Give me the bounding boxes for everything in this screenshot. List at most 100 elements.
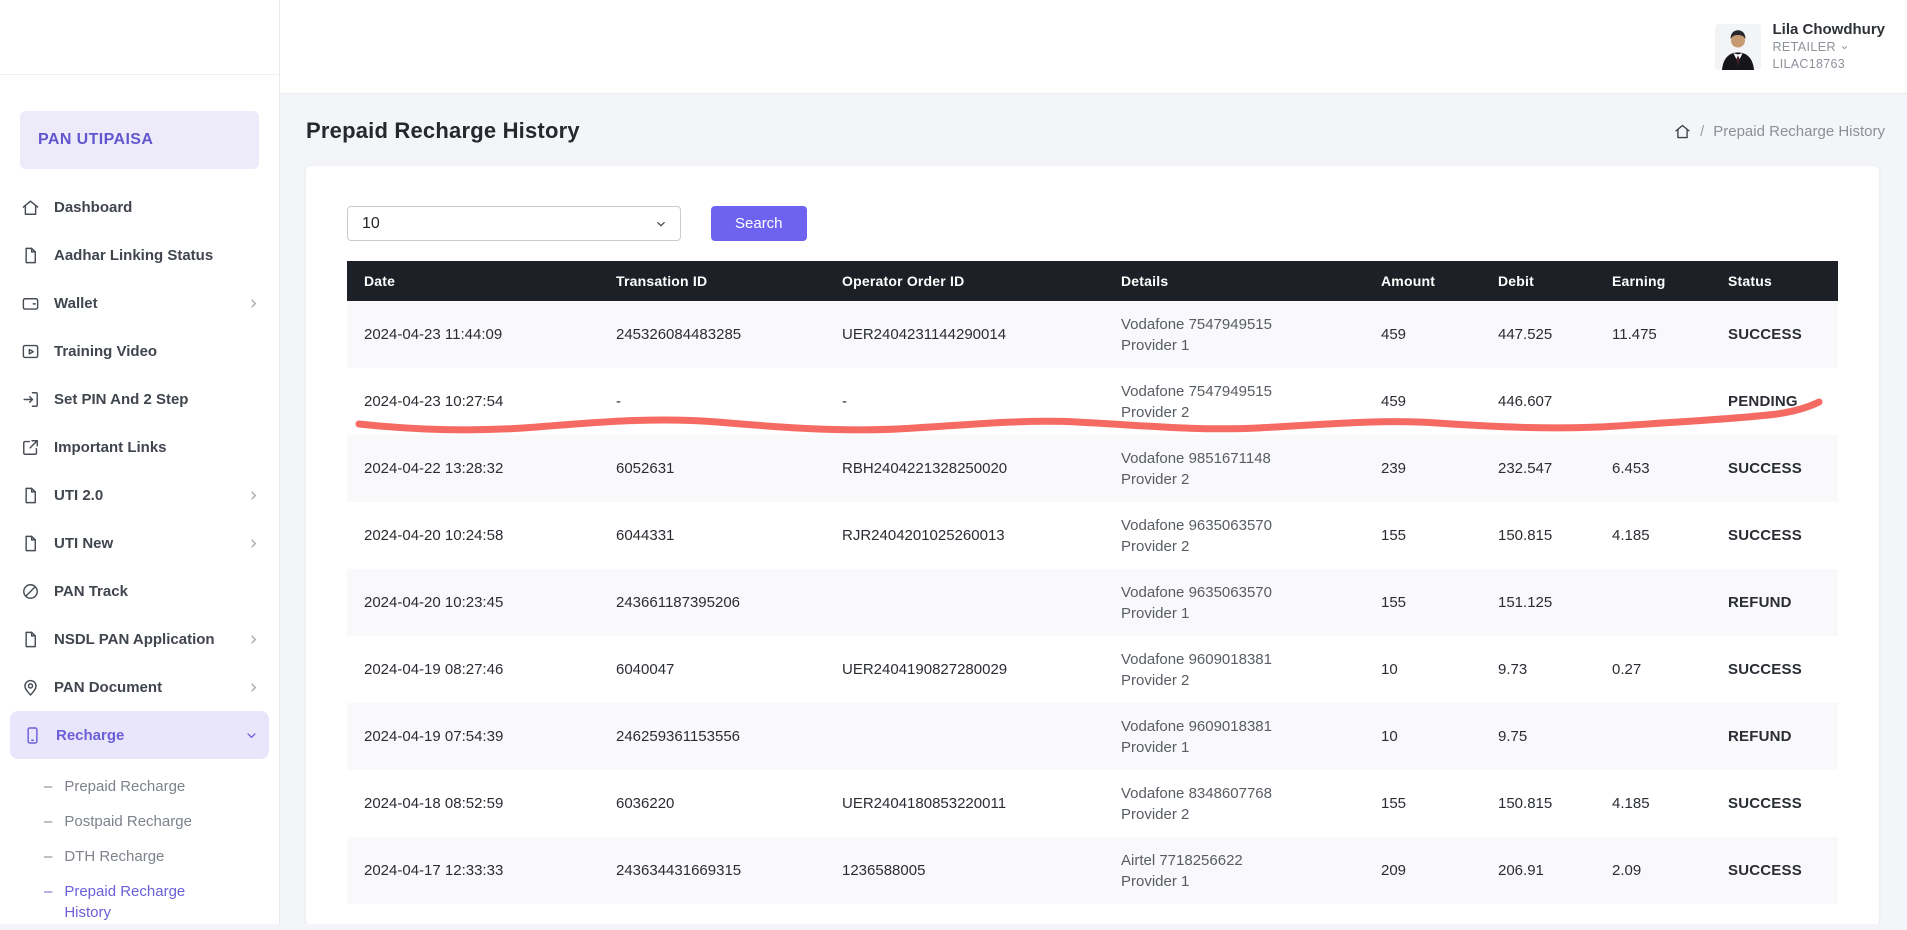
history-card: 10 Search DateTransation IDOperator Orde… (306, 166, 1879, 924)
sidebar-item-recharge[interactable]: Recharge (10, 711, 269, 759)
cell-amount: 239 (1364, 435, 1481, 502)
cell-operator-order-id: 1236588005 (825, 837, 1104, 904)
sidebar-item-important-links[interactable]: Important Links (0, 423, 279, 471)
sidebar-item-uti-2-0[interactable]: UTI 2.0 (0, 471, 279, 519)
cell-date: 2024-04-23 11:44:09 (347, 301, 599, 368)
sidebar-item-pan-track[interactable]: PAN Track (0, 567, 279, 615)
cell-status: REFUND (1711, 703, 1838, 770)
cell-debit: 150.815 (1481, 502, 1595, 569)
cell-operator-order-id: RJR2404201025260013 (825, 502, 1104, 569)
user-id: LILAC18763 (1773, 56, 1886, 72)
column-header-details: Details (1104, 261, 1364, 301)
user-role[interactable]: RETAILER (1773, 39, 1886, 56)
details-operator: Vodafone 7547949515 (1121, 381, 1354, 402)
details-provider: Provider 2 (1121, 804, 1354, 825)
details-operator: Vodafone 9609018381 (1121, 716, 1354, 737)
sidebar-item-label: PAN Document (54, 679, 232, 696)
cell-details: Vodafone 7547949515Provider 2 (1104, 368, 1364, 435)
cell-amount: 459 (1364, 368, 1481, 435)
cell-operator-order-id: UER2404180853220011 (825, 770, 1104, 837)
sidebar-item-label: UTI 2.0 (54, 487, 232, 504)
sidebar-subitem-dth-recharge[interactable]: –DTH Recharge (0, 839, 279, 874)
cell-transaction-id: 243634431669315 (599, 837, 825, 904)
column-header-earning: Earning (1595, 261, 1711, 301)
cell-operator-order-id: UER2404190827280029 (825, 636, 1104, 703)
sidebar-item-training-video[interactable]: Training Video (0, 327, 279, 375)
sidebar-item-aadhar-linking-status[interactable]: Aadhar Linking Status (0, 231, 279, 279)
avatar (1715, 24, 1761, 70)
track-icon (20, 581, 40, 601)
column-header-date: Date (347, 261, 599, 301)
main-content: Prepaid Recharge History / Prepaid Recha… (280, 94, 1907, 924)
cell-date: 2024-04-22 13:28:32 (347, 435, 599, 502)
cell-earning: 6.453 (1595, 435, 1711, 502)
chevron-right-icon (246, 632, 261, 647)
sidebar-subitem-postpaid-recharge[interactable]: –Postpaid Recharge (0, 804, 279, 839)
external-link-icon (20, 437, 40, 457)
page-header: Prepaid Recharge History / Prepaid Recha… (280, 94, 1907, 144)
search-button[interactable]: Search (711, 206, 807, 241)
cell-debit: 206.91 (1481, 837, 1595, 904)
cell-earning: 0.27 (1595, 636, 1711, 703)
sidebar-item-nsdl-pan-application[interactable]: NSDL PAN Application (0, 615, 279, 663)
details-provider: Provider 1 (1121, 737, 1354, 758)
details-provider: Provider 1 (1121, 335, 1354, 356)
cell-details: Vodafone 8348607768Provider 2 (1104, 770, 1364, 837)
wallet-icon (20, 293, 40, 313)
details-operator: Vodafone 9635063570 (1121, 582, 1354, 603)
cell-date: 2024-04-19 07:54:39 (347, 703, 599, 770)
sidebar-item-label: Set PIN And 2 Step (54, 391, 261, 408)
user-name: Lila Chowdhury (1773, 21, 1886, 39)
sidebar-item-label: PAN Track (54, 583, 261, 600)
brand-badge[interactable]: PAN UTIPAISA (20, 111, 259, 169)
table-row: 2024-04-18 08:52:596036220UER24041808532… (347, 770, 1838, 837)
cell-details: Airtel 7718256622Provider 1 (1104, 837, 1364, 904)
sidebar-item-uti-new[interactable]: UTI New (0, 519, 279, 567)
sidebar-subitem-prepaid-recharge[interactable]: –Prepaid Recharge (0, 769, 279, 804)
page-size-value: 10 (362, 215, 380, 233)
breadcrumb-separator: / (1700, 123, 1704, 140)
cell-transaction-id: 6040047 (599, 636, 825, 703)
cell-transaction-id: 246259361153556 (599, 703, 825, 770)
cell-earning (1595, 368, 1711, 435)
table-header-row: DateTransation IDOperator Order IDDetail… (347, 261, 1838, 301)
sidebar-item-wallet[interactable]: Wallet (0, 279, 279, 327)
cell-operator-order-id: RBH2404221328250020 (825, 435, 1104, 502)
sidebar-item-set-pin-and-2-step[interactable]: Set PIN And 2 Step (0, 375, 279, 423)
cell-debit: 151.125 (1481, 569, 1595, 636)
sidebar-item-label: Aadhar Linking Status (54, 247, 261, 264)
table-row: 2024-04-19 07:54:39246259361153556 Vodafo… (347, 703, 1838, 770)
cell-amount: 459 (1364, 301, 1481, 368)
home-icon[interactable] (1674, 123, 1691, 140)
cell-status: SUCCESS (1711, 435, 1838, 502)
cell-transaction-id: 6044331 (599, 502, 825, 569)
page-size-select[interactable]: 10 (347, 206, 681, 241)
cell-debit: 447.525 (1481, 301, 1595, 368)
logo-area (0, 0, 279, 75)
sidebar-item-dashboard[interactable]: Dashboard (0, 183, 279, 231)
cell-date: 2024-04-20 10:24:58 (347, 502, 599, 569)
column-header-status: Status (1711, 261, 1838, 301)
cell-transaction-id: 6036220 (599, 770, 825, 837)
cell-date: 2024-04-20 10:23:45 (347, 569, 599, 636)
cell-debit: 232.547 (1481, 435, 1595, 502)
column-header-operator-order-id: Operator Order ID (825, 261, 1104, 301)
details-provider: Provider 2 (1121, 670, 1354, 691)
sidebar-subitem-prepaid-recharge-history[interactable]: –Prepaid Recharge History (0, 874, 279, 930)
cell-earning: 11.475 (1595, 301, 1711, 368)
cell-amount: 155 (1364, 569, 1481, 636)
sidebar-item-label: Training Video (54, 343, 261, 360)
user-menu[interactable]: Lila Chowdhury RETAILER LILAC18763 (1715, 21, 1886, 72)
cell-details: Vodafone 9609018381Provider 1 (1104, 703, 1364, 770)
cell-earning: 4.185 (1595, 770, 1711, 837)
chevron-down-icon (1840, 43, 1849, 52)
cell-debit: 9.73 (1481, 636, 1595, 703)
file-icon (20, 245, 40, 265)
cell-date: 2024-04-17 12:33:33 (347, 837, 599, 904)
cell-transaction-id: 243661187395206 (599, 569, 825, 636)
sidebar-item-pan-document[interactable]: PAN Document (0, 663, 279, 711)
cell-status: SUCCESS (1711, 301, 1838, 368)
table-row: 2024-04-23 10:27:54--Vodafone 7547949515… (347, 368, 1838, 435)
cell-status: PENDING (1711, 368, 1838, 435)
recharge-table-body: 2024-04-23 11:44:09245326084483285UER240… (347, 301, 1838, 904)
